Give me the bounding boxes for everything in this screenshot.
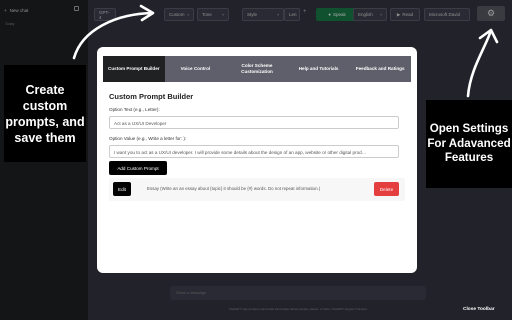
option-value-label: Option Value (e.g., Write a letter for: … (109, 136, 187, 141)
saved-prompt-text: Essay (Write an an essay about {topic} i… (147, 186, 321, 191)
option-text-input[interactable]: Act as a UX/UI Developer (109, 116, 399, 129)
tab-feedback-ratings[interactable]: Feedback and Ratings (349, 56, 411, 82)
saved-prompt-row: Edit Essay (Write an an essay about {top… (109, 178, 405, 201)
modal-title: Custom Prompt Builder (109, 92, 194, 101)
arrow-to-settings (466, 31, 492, 98)
tab-custom-prompt-builder[interactable]: Custom Prompt Builder (103, 56, 165, 82)
tab-voice-control[interactable]: Voice Control (165, 56, 227, 82)
tab-color-scheme[interactable]: Color Scheme Customization (226, 56, 288, 82)
edit-button[interactable]: Edit (113, 182, 131, 196)
delete-button[interactable]: Delete (374, 182, 399, 196)
add-custom-prompt-button[interactable]: Add Custom Prompt (109, 161, 167, 175)
option-value-input[interactable]: I want you to act as a UX/UI developer. … (109, 145, 399, 158)
option-text-label: Option Text (e.g., Letter): (109, 107, 160, 112)
settings-modal: Custom Prompt Builder Voice Control Colo… (97, 47, 417, 273)
tab-help-tutorials[interactable]: Help and Tutorials (288, 56, 350, 82)
tab-bar: Custom Prompt Builder Voice Control Colo… (103, 56, 411, 82)
